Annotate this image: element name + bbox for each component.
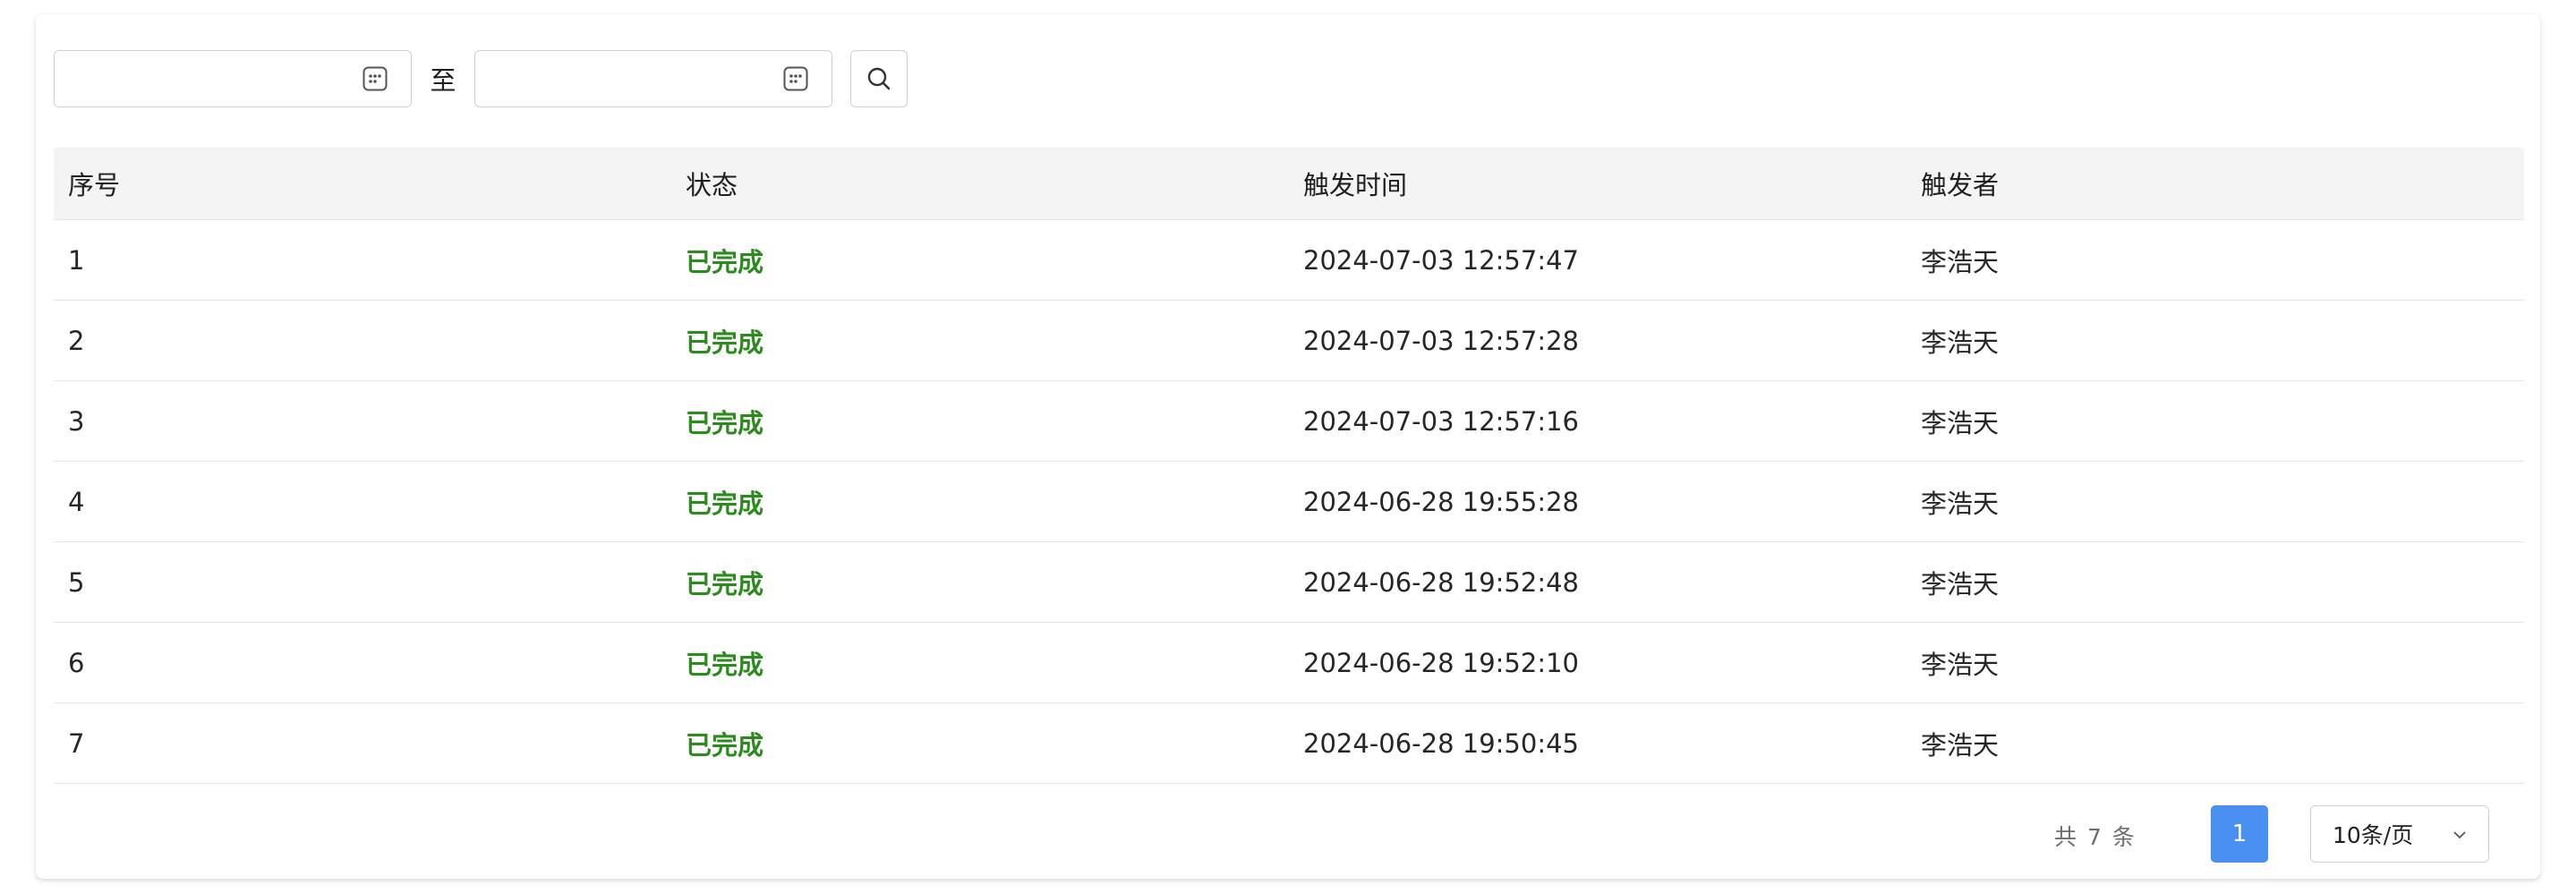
end-date-input[interactable]: [474, 50, 832, 107]
page-button-current[interactable]: 1: [2211, 805, 2268, 863]
table-row: 5 已完成 2024-06-28 19:52:48 李浩天: [54, 541, 2524, 623]
total-count: 共 7 条: [2054, 824, 2137, 850]
cell-index: 3: [54, 380, 671, 462]
page-size-value: 10条/页: [2333, 822, 2414, 848]
cell-time: 2024-07-03 12:57:28: [1289, 300, 1906, 381]
search-button[interactable]: [850, 50, 908, 107]
table-row: 4 已完成 2024-06-28 19:55:28 李浩天: [54, 461, 2524, 542]
cell-status: 已完成: [671, 622, 1289, 703]
table-row: 1 已完成 2024-07-03 12:57:47 李浩天: [54, 219, 2524, 301]
cell-index: 7: [54, 702, 671, 784]
end-date-field[interactable]: [486, 58, 776, 101]
calendar-icon[interactable]: [363, 66, 388, 91]
cell-time: 2024-06-28 19:50:45: [1289, 702, 1906, 784]
column-header-time: 触发时间: [1289, 148, 1906, 220]
start-date-input[interactable]: [54, 50, 412, 107]
column-header-user: 触发者: [1906, 148, 2524, 220]
cell-time: 2024-07-03 12:57:47: [1289, 219, 1906, 301]
date-range-separator: 至: [430, 65, 456, 96]
cell-user: 李浩天: [1906, 702, 2524, 784]
cell-time: 2024-06-28 19:52:10: [1289, 622, 1906, 703]
cell-status: 已完成: [671, 219, 1289, 301]
cell-index: 5: [54, 541, 671, 623]
cell-user: 李浩天: [1906, 300, 2524, 381]
cell-index: 2: [54, 300, 671, 381]
table-row: 2 已完成 2024-07-03 12:57:28 李浩天: [54, 300, 2524, 381]
cell-status: 已完成: [671, 461, 1289, 542]
cell-status: 已完成: [671, 300, 1289, 381]
date-range-filter: 至: [54, 50, 908, 107]
search-icon: [867, 67, 891, 90]
calendar-icon[interactable]: [783, 66, 808, 91]
table-header-row: 序号 状态 触发时间 触发者: [54, 148, 2524, 220]
cell-time: 2024-07-03 12:57:16: [1289, 380, 1906, 462]
cell-user: 李浩天: [1906, 461, 2524, 542]
cell-status: 已完成: [671, 541, 1289, 623]
pagination: 共 7 条 1 10条/页: [36, 805, 2540, 863]
page-size-select[interactable]: 10条/页: [2310, 805, 2489, 863]
cell-index: 6: [54, 622, 671, 703]
cell-index: 4: [54, 461, 671, 542]
cell-user: 李浩天: [1906, 380, 2524, 462]
cell-status: 已完成: [671, 702, 1289, 784]
cell-user: 李浩天: [1906, 541, 2524, 623]
cell-index: 1: [54, 219, 671, 301]
cell-user: 李浩天: [1906, 219, 2524, 301]
cell-status: 已完成: [671, 380, 1289, 462]
history-card: 至 序号 状态 触发时间 触发者 1 已完成 2024-07-03 12:57:…: [36, 14, 2540, 879]
table-row: 6 已完成 2024-06-28 19:52:10 李浩天: [54, 622, 2524, 703]
cell-user: 李浩天: [1906, 622, 2524, 703]
cell-time: 2024-06-28 19:52:48: [1289, 541, 1906, 623]
table-row: 3 已完成 2024-07-03 12:57:16 李浩天: [54, 380, 2524, 462]
column-header-status: 状态: [671, 148, 1289, 220]
table-row: 7 已完成 2024-06-28 19:50:45 李浩天: [54, 702, 2524, 784]
history-table: 序号 状态 触发时间 触发者 1 已完成 2024-07-03 12:57:47…: [54, 148, 2524, 784]
start-date-field[interactable]: [65, 58, 355, 101]
cell-time: 2024-06-28 19:55:28: [1289, 461, 1906, 542]
column-header-index: 序号: [54, 148, 671, 220]
chevron-down-icon: [2453, 831, 2466, 839]
